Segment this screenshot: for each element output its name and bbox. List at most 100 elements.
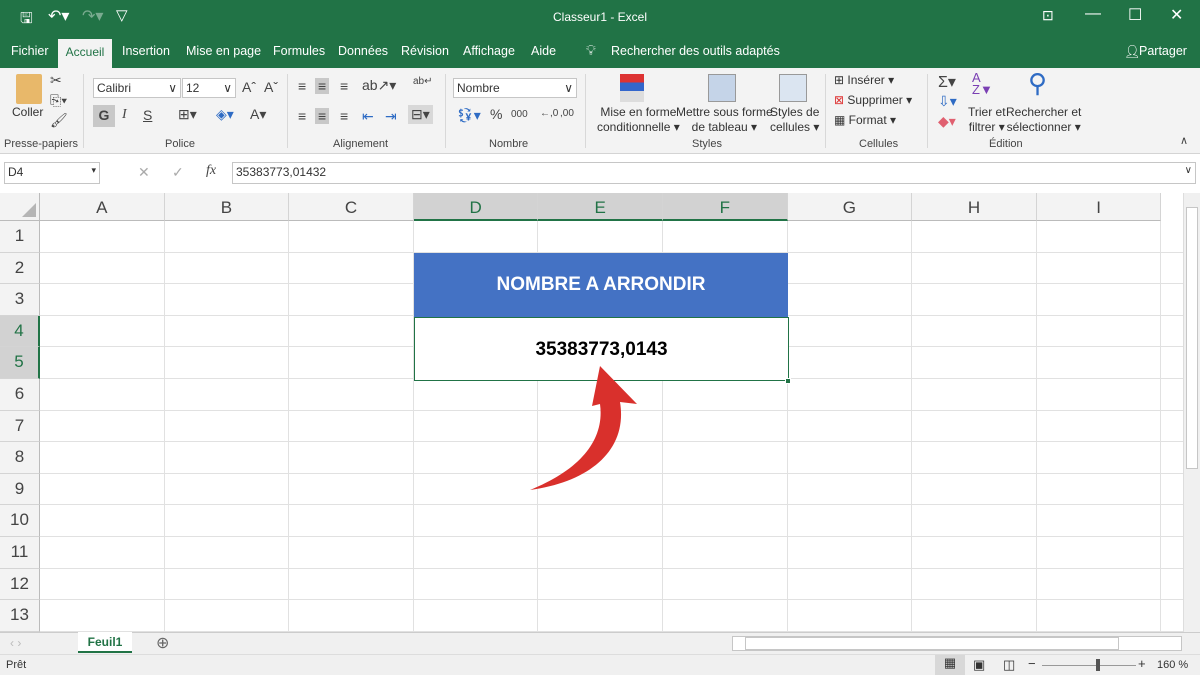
normal-view-icon[interactable]: ▦ [935, 655, 965, 675]
autosum-icon[interactable]: Σ▾ [938, 72, 956, 92]
header-cell[interactable]: NOMBRE A ARRONDIR [414, 253, 788, 317]
decrease-decimal-icon[interactable]: ,00 [560, 108, 574, 119]
row-header-8[interactable]: 8 [0, 442, 40, 474]
merge-center-icon[interactable]: ⊟▾ [408, 105, 433, 124]
align-center-icon[interactable]: ≡ [315, 108, 330, 124]
paste-icon[interactable] [16, 74, 42, 104]
italic-button[interactable]: I [122, 107, 127, 123]
conditional-format-icon[interactable] [620, 74, 644, 102]
row-header-11[interactable]: 11 [0, 537, 40, 569]
font-size-select[interactable]: 12 ∨ [182, 78, 236, 98]
increase-font-icon[interactable]: Aˆ [242, 79, 256, 95]
insert-function-button[interactable]: fx [206, 163, 216, 179]
increase-indent-icon[interactable]: ⇥ [385, 108, 397, 125]
underline-button[interactable]: S [143, 107, 152, 123]
column-header-G[interactable]: G [787, 193, 913, 221]
find-select-button[interactable]: Rechercher et sélectionner ▾ [1006, 105, 1081, 135]
tab-insertion[interactable]: Insertion [122, 44, 170, 58]
orientation-icon[interactable]: ab↗▾ [362, 77, 396, 94]
column-header-F[interactable]: F [663, 193, 788, 221]
sort-filter-button[interactable]: Trier et filtrer ▾ [968, 105, 1006, 135]
tab-revision[interactable]: Révision [401, 44, 449, 58]
row-header-4[interactable]: 4 [0, 315, 40, 348]
row-header-10[interactable]: 10 [0, 505, 40, 537]
currency-icon[interactable]: 💱︎▾ [456, 107, 481, 124]
row-header-5[interactable]: 5 [0, 347, 40, 379]
formula-input[interactable]: 35383773,01432 ∨ [232, 162, 1196, 184]
column-header-C[interactable]: C [289, 193, 414, 221]
enter-icon[interactable]: ✓ [172, 164, 184, 181]
paste-button[interactable]: Coller [12, 105, 43, 119]
row-header-12[interactable]: 12 [0, 568, 40, 601]
increase-decimal-icon[interactable]: ←,0 [540, 108, 558, 119]
column-header-E[interactable]: E [538, 193, 663, 221]
row-header-6[interactable]: 6 [0, 379, 40, 411]
maximize-icon[interactable]: ☐ [1128, 5, 1142, 25]
tab-formules[interactable]: Formules [273, 44, 325, 58]
row-header-7[interactable]: 7 [0, 410, 40, 443]
sheet-tab-feuil1[interactable]: Feuil1 [78, 632, 132, 653]
decrease-indent-icon[interactable]: ⇤ [362, 108, 374, 125]
font-name-select[interactable]: Calibri ∨ [93, 78, 181, 98]
add-sheet-icon[interactable]: ⊕ [156, 633, 169, 653]
minimize-icon[interactable]: — [1085, 5, 1101, 23]
name-box[interactable]: D4 ▾ [4, 162, 100, 184]
tab-accueil[interactable]: Accueil [58, 39, 112, 68]
thousands-icon[interactable]: 000 [511, 109, 528, 120]
cut-icon[interactable]: ✂ [50, 72, 62, 89]
tab-fichier[interactable]: Fichier [11, 44, 49, 58]
zoom-slider[interactable] [1042, 665, 1136, 666]
align-right-icon[interactable]: ≡ [340, 108, 348, 124]
number-format-select[interactable]: Nombre ∨ [453, 78, 577, 98]
share-button[interactable]: Partager [1139, 44, 1187, 58]
tab-mise-en-page[interactable]: Mise en page [186, 44, 261, 58]
table-format-button[interactable]: Mettre sous forme de tableau ▾ [676, 105, 773, 135]
copy-icon[interactable]: ⎘▾ [50, 92, 67, 109]
format-button[interactable]: ▦ Format ▾ [834, 113, 896, 127]
vertical-scrollbar[interactable] [1183, 193, 1200, 633]
delete-button[interactable]: ⊠ Supprimer ▾ [834, 93, 912, 107]
table-format-icon[interactable] [708, 74, 736, 102]
bold-button[interactable]: G [93, 105, 115, 127]
align-bottom-icon[interactable]: ≡ [340, 78, 348, 94]
percent-icon[interactable]: % [490, 106, 502, 122]
find-icon[interactable]: ⚲ [1028, 68, 1047, 99]
borders-icon[interactable]: ⊞▾ [178, 106, 197, 123]
decrease-font-icon[interactable]: Aˇ [264, 79, 278, 95]
sort-filter-icon[interactable]: A Z▼ [972, 71, 993, 96]
clear-icon[interactable]: ◆▾ [938, 113, 956, 130]
cancel-icon[interactable]: ✕ [138, 164, 150, 181]
fill-icon[interactable]: ⇩▾ [938, 93, 957, 110]
zoom-in-button[interactable]: + [1138, 656, 1146, 671]
zoom-slider-thumb[interactable] [1096, 659, 1101, 671]
column-header-B[interactable]: B [164, 193, 290, 221]
column-header-H[interactable]: H [912, 193, 1037, 221]
horizontal-scrollbar[interactable] [732, 636, 1182, 651]
search-tools[interactable]: Rechercher des outils adaptés [611, 44, 780, 58]
page-layout-icon[interactable]: ▣ [973, 657, 985, 673]
row-header-3[interactable]: 3 [0, 284, 40, 316]
zoom-level[interactable]: 160 % [1157, 659, 1188, 671]
tab-affichage[interactable]: Affichage [463, 44, 515, 58]
prev-sheet-icon[interactable]: ‹ › [10, 636, 21, 650]
ribbon-display-icon[interactable]: ⊡ [1042, 7, 1054, 24]
select-all-button[interactable] [0, 193, 40, 221]
page-break-icon[interactable]: ◫ [1003, 657, 1015, 673]
zoom-out-button[interactable]: − [1028, 656, 1036, 671]
insert-button[interactable]: ⊞ Insérer ▾ [834, 73, 894, 87]
font-color-icon[interactable]: A▾ [250, 106, 266, 123]
vertical-scroll-thumb[interactable] [1186, 207, 1198, 469]
align-middle-icon[interactable]: ≡ [315, 78, 330, 94]
collapse-ribbon-icon[interactable]: ∧ [1180, 134, 1188, 147]
cell-styles-button[interactable]: Styles de cellules ▾ [770, 105, 819, 135]
cell-styles-icon[interactable] [779, 74, 807, 102]
tab-donnees[interactable]: Données [338, 44, 388, 58]
tab-aide[interactable]: Aide [531, 44, 556, 58]
horizontal-scroll-thumb[interactable] [745, 637, 1119, 650]
row-header-9[interactable]: 9 [0, 473, 40, 506]
row-header-13[interactable]: 13 [0, 600, 40, 632]
fill-handle[interactable] [785, 378, 791, 384]
column-header-I[interactable]: I [1036, 193, 1162, 221]
conditional-format-button[interactable]: Mise en forme conditionnelle ▾ [597, 105, 680, 135]
column-header-D[interactable]: D [413, 193, 539, 221]
